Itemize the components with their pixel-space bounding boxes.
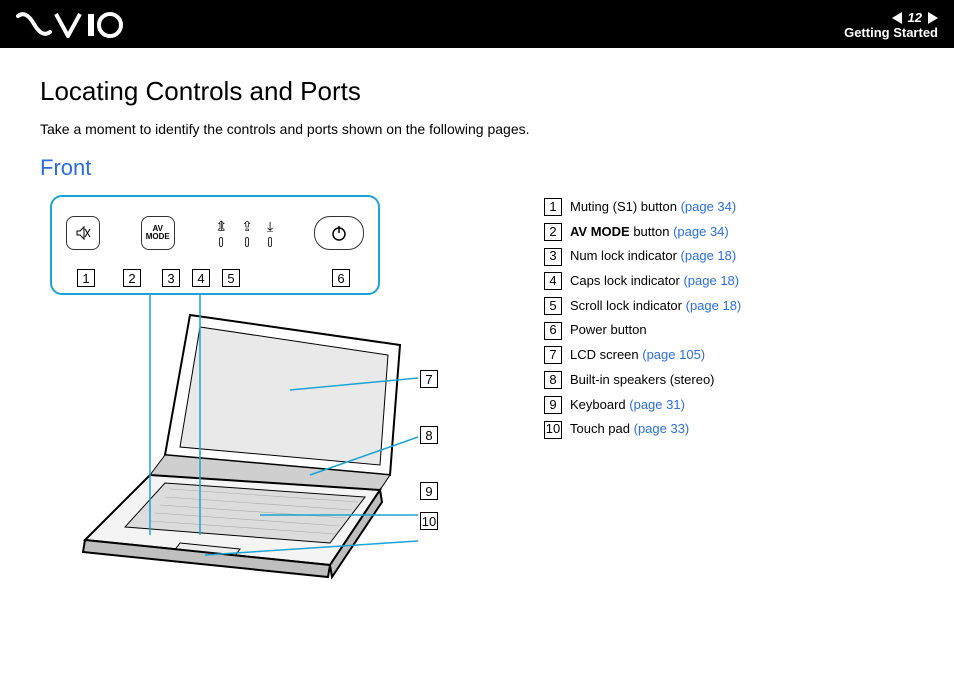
body-layout: AV MODE ⇭ ⇪ ⤓ 1 2 3 4 5 6 <box>40 195 914 595</box>
page-nav: 12 <box>892 10 938 25</box>
legend-num-9: 9 <box>544 396 562 414</box>
legend-link-9[interactable]: (page 31) <box>629 397 685 412</box>
subheading-front: Front <box>40 155 914 181</box>
callout-9: 9 <box>420 482 438 500</box>
legend-link-3[interactable]: (page 18) <box>681 248 737 263</box>
header-bar: 12 Getting Started <box>0 0 954 48</box>
page-title: Locating Controls and Ports <box>40 76 914 107</box>
page-number: 12 <box>908 10 922 25</box>
legend-num-6: 6 <box>544 322 562 340</box>
section-name: Getting Started <box>844 25 938 40</box>
callout-7: 7 <box>420 370 438 388</box>
legend-link-7[interactable]: (page 105) <box>642 347 705 362</box>
diagram-area: AV MODE ⇭ ⇪ ⤓ 1 2 3 4 5 6 <box>40 195 480 595</box>
legend-text-4: Caps lock indicator <box>570 273 683 288</box>
legend-text-6: Power button <box>570 322 647 337</box>
legend-text-8: Built-in speakers (stereo) <box>570 372 715 387</box>
legend-text-3: Num lock indicator <box>570 248 681 263</box>
legend-row-9: 9 Keyboard (page 31) <box>544 393 741 418</box>
legend-row-7: 7 LCD screen (page 105) <box>544 343 741 368</box>
callout-10: 10 <box>420 512 438 530</box>
legend-link-2[interactable]: (page 34) <box>673 224 729 239</box>
legend-num-8: 8 <box>544 371 562 389</box>
arrow-left-icon[interactable] <box>892 12 902 24</box>
legend-text-5: Scroll lock indicator <box>570 298 686 313</box>
legend-link-10[interactable]: (page 33) <box>634 421 690 436</box>
legend-link-4[interactable]: (page 18) <box>683 273 739 288</box>
legend-bold-2: AV MODE <box>570 224 630 239</box>
legend-row-2: 2 AV MODE button (page 34) <box>544 220 741 245</box>
legend-text-10: Touch pad <box>570 421 634 436</box>
legend-text-9: Keyboard <box>570 397 629 412</box>
legend-row-5: 5 Scroll lock indicator (page 18) <box>544 294 741 319</box>
content: Locating Controls and Ports Take a momen… <box>0 48 954 595</box>
intro-text: Take a moment to identify the controls a… <box>40 121 914 137</box>
legend-num-5: 5 <box>544 297 562 315</box>
legend-num-7: 7 <box>544 346 562 364</box>
legend-link-1[interactable]: (page 34) <box>681 199 737 214</box>
legend-text-2: button <box>630 224 673 239</box>
header-right: 12 Getting Started <box>844 10 938 40</box>
vaio-logo <box>16 12 126 38</box>
legend-row-6: 6 Power button <box>544 318 741 343</box>
legend-num-4: 4 <box>544 272 562 290</box>
legend-row-8: 8 Built-in speakers (stereo) <box>544 368 741 393</box>
legend-text-1: Muting (S1) button <box>570 199 681 214</box>
legend-num-1: 1 <box>544 198 562 216</box>
legend-row-10: 10 Touch pad (page 33) <box>544 417 741 442</box>
legend-link-5[interactable]: (page 18) <box>686 298 742 313</box>
legend-row-1: 1 Muting (S1) button (page 34) <box>544 195 741 220</box>
legend-row-4: 4 Caps lock indicator (page 18) <box>544 269 741 294</box>
side-callouts: 7 8 9 10 <box>420 370 438 530</box>
legend-num-3: 3 <box>544 248 562 266</box>
legend-num-10: 10 <box>544 421 562 439</box>
legend: 1 Muting (S1) button (page 34) 2 AV MODE… <box>544 195 741 442</box>
callout-8: 8 <box>420 426 438 444</box>
arrow-right-icon[interactable] <box>928 12 938 24</box>
legend-text-7: LCD screen <box>570 347 642 362</box>
legend-row-3: 3 Num lock indicator (page 18) <box>544 244 741 269</box>
legend-num-2: 2 <box>544 223 562 241</box>
